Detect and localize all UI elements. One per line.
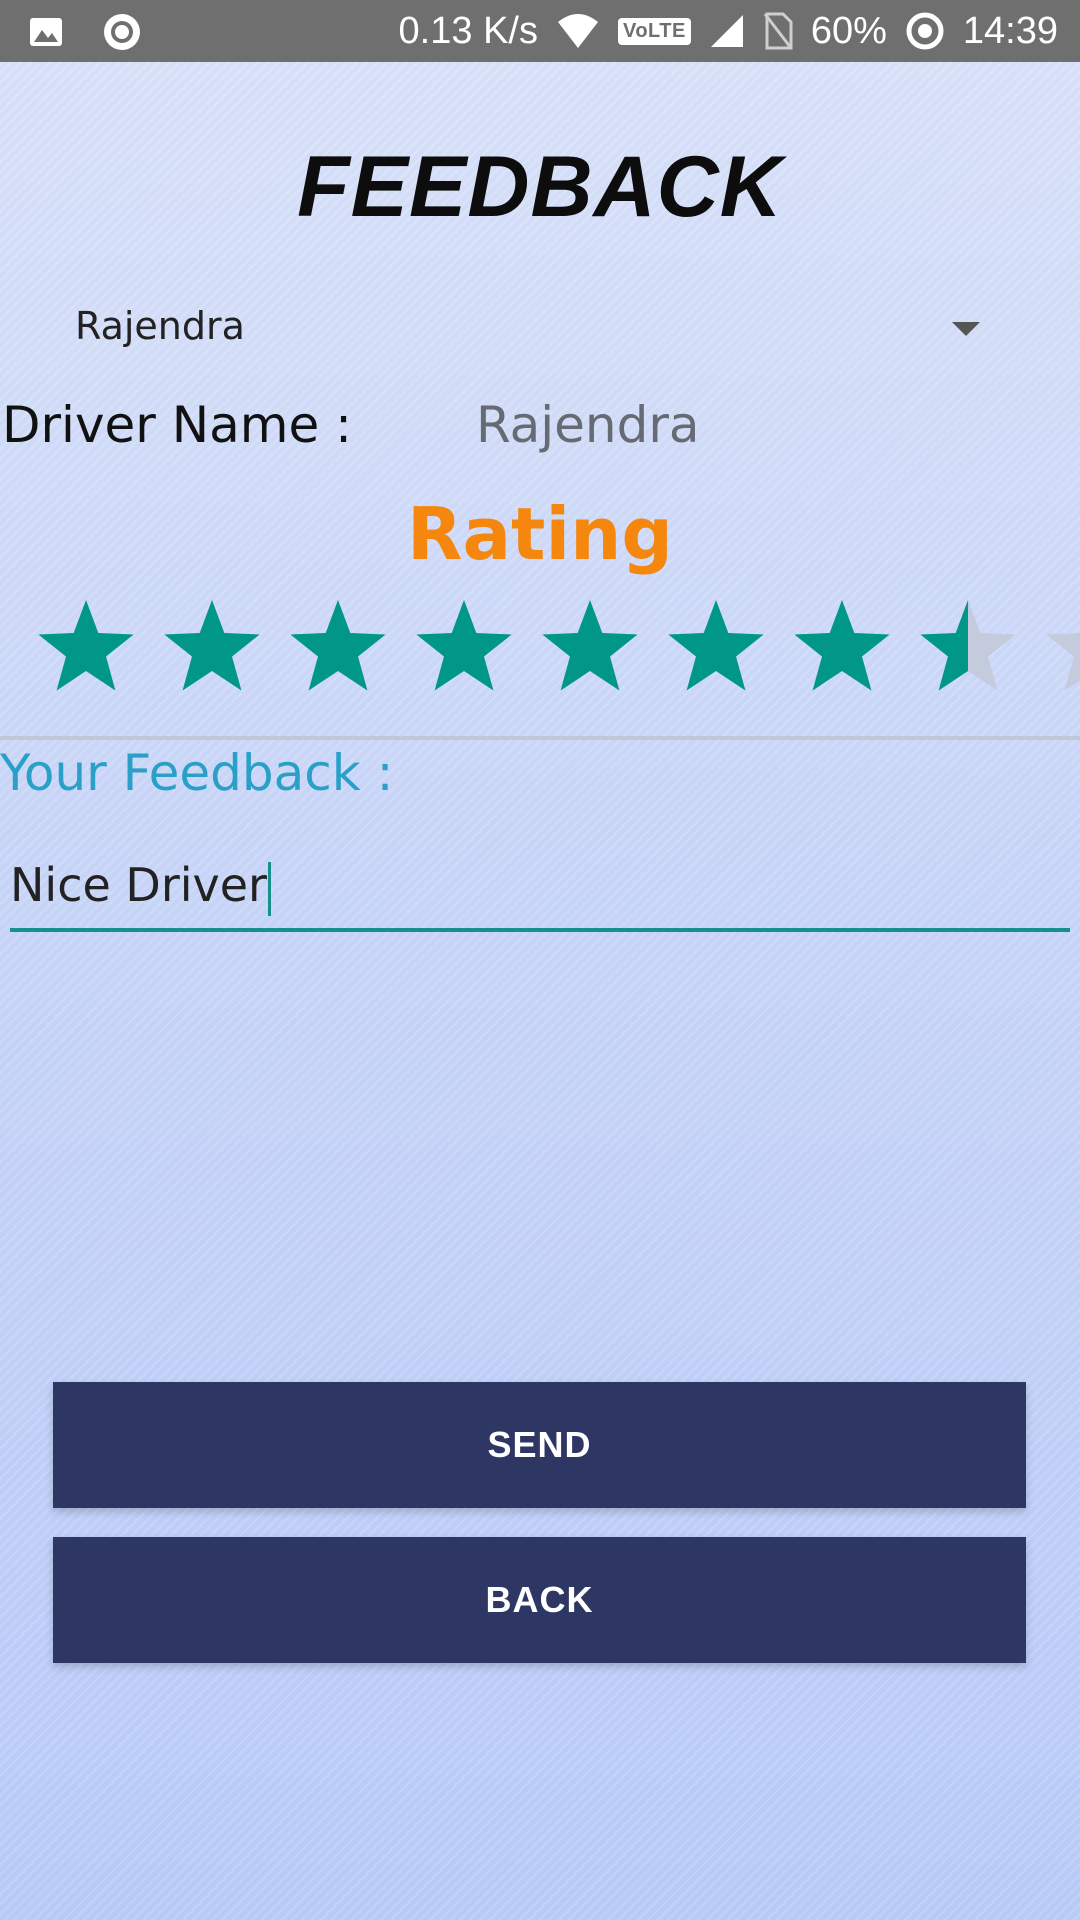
rating-bar[interactable] <box>34 596 1080 700</box>
star-icon[interactable] <box>916 596 1020 700</box>
star-icon[interactable] <box>286 596 390 700</box>
record-icon <box>104 14 140 50</box>
battery-percent: 60% <box>810 9 887 52</box>
send-button[interactable]: SEND <box>53 1382 1026 1508</box>
status-bar: 0.13 K/s VoLTE 60% 14:39 <box>0 0 1080 62</box>
star-icon[interactable] <box>1042 596 1080 700</box>
driver-spinner[interactable]: Rajendra <box>40 292 1000 368</box>
feedback-input[interactable]: Nice Driver <box>10 848 1070 932</box>
feedback-input-text: Nice Driver <box>10 858 271 916</box>
star-icon[interactable] <box>412 596 516 700</box>
signal-icon <box>710 15 743 47</box>
rating-label: Rating <box>407 492 673 576</box>
no-sim-icon <box>763 12 793 50</box>
star-icon[interactable] <box>790 596 894 700</box>
driver-name-label: Driver Name : <box>2 396 352 454</box>
battery-icon <box>906 12 944 50</box>
page-title: FEEDBACK <box>297 139 783 235</box>
divider <box>0 736 1080 740</box>
star-icon[interactable] <box>34 596 138 700</box>
star-icon[interactable] <box>538 596 642 700</box>
back-button[interactable]: BACK <box>53 1537 1026 1663</box>
driver-name-value: Rajendra <box>476 396 700 454</box>
star-icon[interactable] <box>664 596 768 700</box>
volte-badge: VoLTE <box>617 17 691 45</box>
star-icon[interactable] <box>160 596 264 700</box>
feedback-label: Your Feedback : <box>0 744 394 802</box>
network-speed: 0.13 K/s <box>398 9 538 52</box>
driver-spinner-value: Rajendra <box>75 304 245 348</box>
wifi-icon <box>557 14 598 48</box>
clock: 14:39 <box>962 9 1058 52</box>
text-caret <box>267 861 271 916</box>
gallery-icon <box>30 18 62 46</box>
chevron-down-icon <box>952 322 980 336</box>
